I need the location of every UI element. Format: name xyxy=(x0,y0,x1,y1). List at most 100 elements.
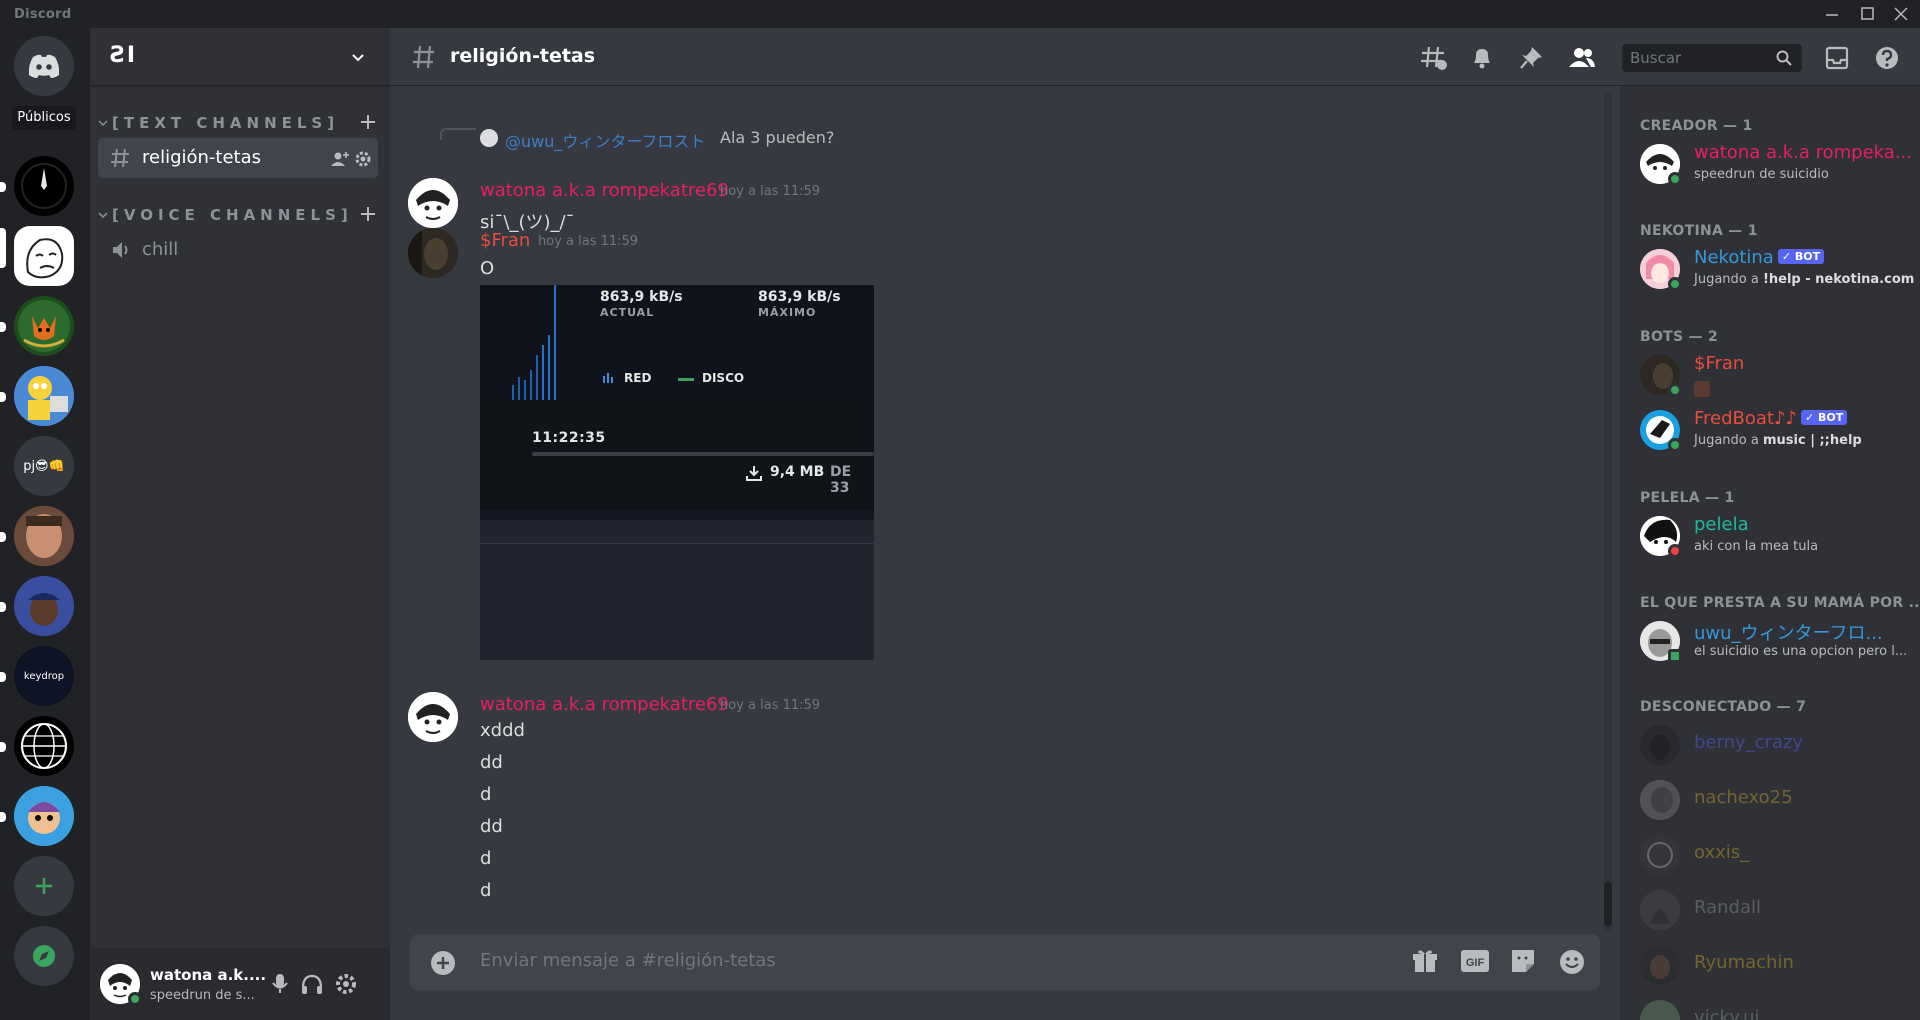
category-voice-channels[interactable]: [VOICE CHANNELS] xyxy=(98,204,378,228)
online-status-dot xyxy=(1668,172,1682,186)
legend-red: RED xyxy=(624,371,652,385)
server-cap-guy[interactable] xyxy=(14,576,74,636)
gear-icon[interactable] xyxy=(354,150,372,168)
member-name: Ryumachin xyxy=(1694,952,1794,973)
member-item[interactable]: nachexo25 xyxy=(1640,776,1910,824)
max-speed: 863,9 kB/s xyxy=(758,289,841,305)
member-item[interactable]: vicky.ui xyxy=(1640,996,1910,1020)
message-text: dd xyxy=(480,816,503,837)
close-icon[interactable] xyxy=(1891,5,1911,23)
chevron-down-icon[interactable] xyxy=(350,50,366,66)
member-name: FredBoat♪♪ ✓ BOT xyxy=(1694,408,1848,429)
message-author[interactable]: watona a.k.a rompekatre69 xyxy=(480,694,729,715)
category-label: [VOICE CHANNELS] xyxy=(112,206,353,224)
server-cartoon[interactable] xyxy=(14,366,74,426)
member-activity: speedrun de suicidio xyxy=(1694,167,1829,182)
server-pj[interactable]: pj😎👊 xyxy=(14,436,74,496)
explore-servers-button[interactable] xyxy=(14,926,74,986)
inbox-icon[interactable] xyxy=(1824,45,1850,71)
invite-icon[interactable] xyxy=(330,150,350,168)
member-name-text: Nekotina xyxy=(1694,247,1774,268)
avatar[interactable] xyxy=(408,228,458,278)
member-list-icon[interactable] xyxy=(1568,45,1596,71)
server-keydrop[interactable]: keydrop xyxy=(14,646,74,706)
search-placeholder: Buscar xyxy=(1630,49,1682,67)
member-item[interactable]: $Fran xyxy=(1640,351,1910,399)
message-author[interactable]: $Fran xyxy=(480,230,530,251)
create-channel-plus-icon[interactable] xyxy=(358,112,378,132)
current-user-status: speedrun de s... xyxy=(150,988,255,1003)
member-item[interactable]: uwu_ウィンターフロ... el suicidio es una opcion… xyxy=(1640,617,1910,665)
help-icon[interactable] xyxy=(1874,45,1900,71)
avatar[interactable] xyxy=(408,692,458,742)
emoji-icon[interactable] xyxy=(1558,948,1586,976)
gift-icon[interactable] xyxy=(1412,948,1438,974)
activity-thumbnail xyxy=(1694,381,1710,397)
channel-religion-tetas[interactable]: religión-tetas xyxy=(98,138,378,178)
create-channel-plus-icon[interactable] xyxy=(358,204,378,224)
maximize-icon[interactable] xyxy=(1857,5,1877,23)
headphones-icon[interactable] xyxy=(300,972,324,996)
message-timestamp: hoy a las 11:59 xyxy=(720,184,821,199)
guild-header[interactable]: ƧI xyxy=(90,28,390,86)
category-text-channels[interactable]: [TEXT CHANNELS] xyxy=(98,112,378,136)
member-item[interactable]: oxxis_ xyxy=(1640,831,1910,879)
server-photo-face[interactable] xyxy=(14,506,74,566)
bell-icon[interactable] xyxy=(1470,45,1494,71)
legend-disk: DISCO xyxy=(702,371,745,385)
add-server-button[interactable] xyxy=(14,856,74,916)
server-fox-crest[interactable] xyxy=(14,296,74,356)
image-attachment[interactable]: 863,9 kB/s ACTUAL 863,9 kB/s MÁXIMO RED … xyxy=(480,285,874,660)
reply-preview[interactable]: Ala 3 pueden? xyxy=(720,128,834,147)
member-item[interactable]: watona a.k.a rompeka... speedrun de suic… xyxy=(1640,140,1912,188)
current-speed-label: ACTUAL xyxy=(600,306,655,319)
gif-icon[interactable]: GIF xyxy=(1460,948,1490,974)
avatar[interactable] xyxy=(408,178,458,228)
member-item[interactable]: pelela aki con la mea tula xyxy=(1640,512,1910,560)
pin-icon[interactable] xyxy=(1518,45,1544,71)
member-item[interactable]: Ryumachin xyxy=(1640,941,1910,989)
message-author[interactable]: watona a.k.a rompekatre69 xyxy=(480,180,729,201)
member-name: berny_crazy xyxy=(1694,732,1804,753)
online-status-dot xyxy=(128,992,142,1006)
microphone-icon[interactable] xyxy=(270,972,290,996)
compass-icon xyxy=(33,945,55,967)
upload-plus-icon[interactable] xyxy=(430,950,456,976)
scrollbar-track[interactable] xyxy=(1604,92,1612,932)
member-item[interactable]: FredBoat♪♪ ✓ BOT Jugando a music | ;;help xyxy=(1640,406,1910,454)
member-item[interactable]: Randall xyxy=(1640,886,1910,934)
server-compass[interactable] xyxy=(14,156,74,216)
scrollbar-thumb[interactable] xyxy=(1604,882,1612,926)
member-item[interactable]: Nekotina ✓ BOT Jugando a !help - nekotina… xyxy=(1640,245,1914,293)
member-name: oxxis_ xyxy=(1694,842,1750,863)
member-name: uwu_ウィンターフロ... xyxy=(1694,623,1883,644)
dnd-status-dot xyxy=(1668,544,1682,558)
message-composer[interactable]: Enviar mensaje a #religión-tetas GIF xyxy=(410,934,1600,990)
reply-author[interactable]: @uwu_ウィンターフロスト xyxy=(505,128,705,152)
gear-icon[interactable] xyxy=(334,972,358,996)
progress-track xyxy=(532,452,874,456)
current-speed: 863,9 kB/s xyxy=(600,289,683,305)
image-lower-area xyxy=(480,520,874,660)
threads-icon[interactable] xyxy=(1420,45,1448,71)
avatar xyxy=(1640,835,1680,875)
sticker-icon[interactable] xyxy=(1510,948,1536,974)
avatar xyxy=(1640,945,1680,985)
message-text: d xyxy=(480,880,492,901)
member-group-header: NEKOTINA — 1 xyxy=(1640,223,1758,239)
reply-spine xyxy=(440,128,476,140)
member-item[interactable]: berny_crazy xyxy=(1640,721,1910,769)
minimize-icon[interactable] xyxy=(1822,5,1842,23)
server-sketch-face[interactable] xyxy=(14,226,74,286)
channel-chill[interactable]: chill xyxy=(98,230,378,270)
search-input[interactable]: Buscar xyxy=(1622,44,1802,72)
discord-logo-icon xyxy=(28,54,60,78)
message: $Fran hoy a las 11:59 O xyxy=(390,226,1600,279)
member-activity: el suicidio es una opcion pero l... xyxy=(1694,644,1908,659)
server-avatar-cartoon[interactable] xyxy=(14,786,74,846)
activity-game: !help - nekotina.com xyxy=(1762,272,1915,287)
home-button[interactable] xyxy=(14,36,74,96)
avatar xyxy=(1640,1000,1680,1020)
download-total: DE 33 xyxy=(830,464,852,496)
server-globe-logo[interactable] xyxy=(14,716,74,776)
